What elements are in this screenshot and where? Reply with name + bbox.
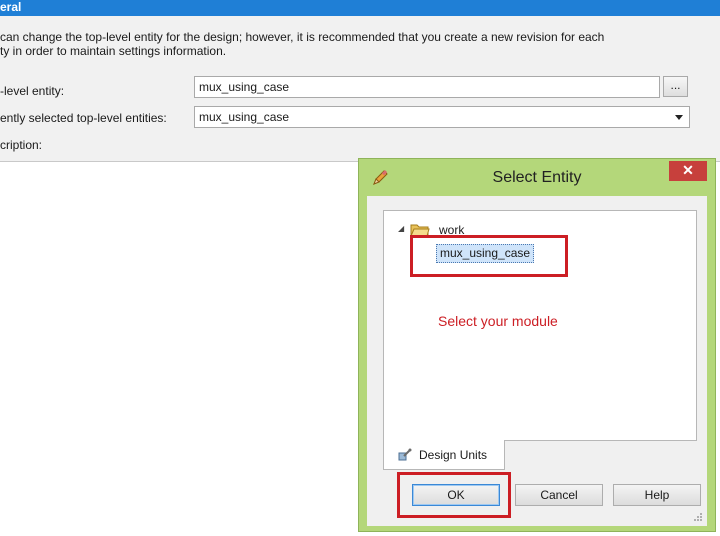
general-settings-panel: eral can change the top-level entity for… — [0, 0, 720, 162]
help-button[interactable]: Help — [613, 484, 701, 506]
recent-entities-value: mux_using_case — [199, 110, 290, 124]
resize-grip-icon[interactable] — [693, 512, 703, 522]
top-level-entity-label: -level entity: — [0, 84, 65, 98]
description-line-2: ty in order to maintain settings informa… — [0, 44, 227, 58]
annotation-highlight-box — [410, 235, 568, 277]
select-entity-dialog: Select Entity ✕ ◢ work mux_using_case Se… — [358, 158, 716, 532]
browse-button[interactable]: ... — [663, 76, 688, 97]
section-header: eral — [0, 0, 720, 16]
entity-tree[interactable]: ◢ work mux_using_case Select your module — [383, 210, 697, 440]
dialog-body: ◢ work mux_using_case Select your module… — [367, 196, 707, 526]
description-label: cription: — [0, 138, 43, 152]
annotation-text: Select your module — [438, 313, 558, 329]
ok-annotation-highlight-box — [397, 472, 511, 518]
chevron-down-icon — [675, 115, 683, 120]
tab-design-units[interactable]: Design Units — [383, 440, 505, 470]
expander-icon[interactable]: ◢ — [398, 224, 404, 233]
dialog-title-bar[interactable]: Select Entity ✕ — [359, 159, 715, 197]
description-line-1: can change the top-level entity for the … — [0, 30, 605, 44]
settings-description: can change the top-level entity for the … — [0, 30, 700, 58]
recent-entities-label: ently selected top-level entities: — [0, 111, 167, 125]
top-level-entity-field[interactable]: mux_using_case — [194, 76, 660, 98]
dialog-title: Select Entity — [492, 169, 582, 186]
close-button[interactable]: ✕ — [669, 161, 707, 181]
tab-strip: Design Units — [383, 440, 697, 470]
cancel-button[interactable]: Cancel — [515, 484, 603, 506]
tab-label: Design Units — [419, 448, 488, 462]
close-icon: ✕ — [682, 162, 694, 178]
design-units-icon — [398, 448, 412, 461]
recent-entities-dropdown[interactable]: mux_using_case — [194, 106, 690, 128]
